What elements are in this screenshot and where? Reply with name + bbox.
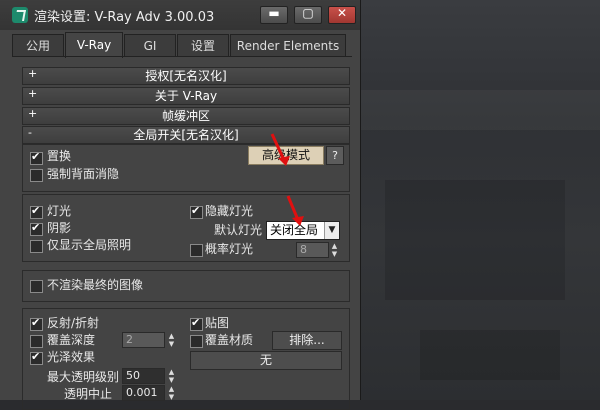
lights-checkbox[interactable]: [30, 204, 43, 219]
spinner-arrows-icon[interactable]: ▲ ▼: [167, 332, 176, 348]
override-depth-label: 覆盖深度: [47, 333, 96, 347]
tab-common[interactable]: 公用: [12, 34, 64, 57]
default-lights-label: 默认灯光: [214, 223, 263, 237]
spinner-arrows-icon[interactable]: ▲ ▼: [330, 242, 339, 258]
maps-checkbox[interactable]: [190, 316, 203, 331]
minimize-icon: ▬: [268, 6, 280, 20]
app-icon: [12, 7, 28, 23]
transparency-cutoff-spinner[interactable]: 0.001 ▲ ▼: [122, 385, 178, 401]
probabilistic-lights-value[interactable]: 8: [296, 242, 329, 258]
override-depth-value[interactable]: 2: [122, 332, 165, 348]
rollout-authorization[interactable]: + 授权[无名汉化]: [22, 67, 350, 85]
override-material-checkbox[interactable]: [190, 335, 203, 348]
rollout-about[interactable]: + 关于 V-Ray: [22, 87, 350, 105]
spinner-arrows-icon[interactable]: ▲ ▼: [167, 385, 176, 401]
rollout-label: 授权[无名汉化]: [145, 69, 227, 83]
maps-label: 贴图: [205, 316, 230, 330]
tab-vray[interactable]: V-Ray: [65, 32, 123, 58]
background-block: [385, 180, 565, 300]
displacement-label: 置换: [47, 149, 72, 163]
glossy-effects-checkbox[interactable]: [30, 350, 43, 365]
force-backface-checkbox[interactable]: [30, 169, 43, 182]
rollout-label: 帧缓冲区: [161, 109, 210, 123]
probabilistic-lights-label: 概率灯光: [205, 242, 254, 256]
help-button[interactable]: ?: [326, 146, 344, 165]
rollout-label: 全局开关[无名汉化]: [133, 128, 239, 142]
tab-divider: [12, 56, 352, 57]
transparency-cutoff-value[interactable]: 0.001: [122, 385, 165, 401]
max-transparency-levels-label: 最大透明级别: [47, 370, 120, 384]
tab-settings[interactable]: 设置: [177, 34, 229, 57]
max-transparency-levels-spinner[interactable]: 50 ▲ ▼: [122, 368, 178, 384]
reflection-refraction-checkbox[interactable]: [30, 316, 43, 331]
displacement-checkbox[interactable]: [30, 150, 43, 165]
background-block: [420, 330, 560, 380]
maximize-icon: ▢: [302, 6, 314, 20]
dont-render-final-checkbox[interactable]: [30, 280, 43, 293]
render-settings-window: 渲染设置: V-Ray Adv 3.00.03 ▬ ▢ ✕ 公用 V-Ray G…: [0, 0, 361, 410]
minimize-button[interactable]: ▬: [260, 6, 288, 24]
rollout-frame-buffer[interactable]: + 帧缓冲区: [22, 107, 350, 125]
background-viewport: [360, 0, 600, 400]
lights-label: 灯光: [47, 204, 72, 218]
probabilistic-lights-spinner[interactable]: 8 ▲ ▼: [296, 242, 340, 258]
annotation-arrow-icon: [270, 133, 290, 166]
window-title: 渲染设置: V-Ray Adv 3.00.03: [34, 10, 215, 25]
show-gi-only-checkbox[interactable]: [30, 240, 43, 253]
override-material-label: 覆盖材质: [205, 333, 254, 347]
glossy-effects-label: 光泽效果: [47, 350, 96, 364]
override-depth-checkbox[interactable]: [30, 335, 43, 348]
probabilistic-lights-checkbox[interactable]: [190, 244, 203, 257]
title-bar[interactable]: 渲染设置: V-Ray Adv 3.00.03 ▬ ▢ ✕: [0, 0, 360, 30]
tab-render-elements[interactable]: Render Elements: [230, 34, 346, 57]
close-icon: ✕: [336, 6, 348, 20]
chevron-down-icon: ▼: [324, 222, 339, 239]
force-backface-label: 强制背面消隐: [47, 167, 120, 181]
reflection-refraction-label: 反射/折射: [47, 316, 100, 330]
show-gi-only-label: 仅显示全局照明: [47, 238, 132, 252]
hidden-lights-label: 隐藏灯光: [205, 204, 254, 218]
shadows-label: 阴影: [47, 221, 72, 235]
transparency-cutoff-label: 透明中止: [64, 387, 113, 401]
dont-render-final-label: 不渲染最终的图像: [47, 278, 144, 292]
spinner-arrows-icon[interactable]: ▲ ▼: [167, 368, 176, 384]
background-band: [360, 90, 600, 130]
max-transparency-levels-value[interactable]: 50: [122, 368, 165, 384]
close-button[interactable]: ✕: [328, 6, 356, 24]
override-depth-spinner[interactable]: 2 ▲ ▼: [122, 332, 178, 348]
exclude-button[interactable]: 排除...: [272, 331, 342, 350]
override-material-slot-button[interactable]: 无: [190, 351, 342, 370]
tab-gi[interactable]: GI: [124, 34, 176, 57]
vray-panel: + 授权[无名汉化] + 关于 V-Ray + 帧缓冲区 - 全局开关[无名汉化…: [14, 58, 354, 410]
annotation-arrow-icon: [286, 195, 304, 226]
hidden-lights-checkbox[interactable]: [190, 204, 203, 219]
rollout-global-switches[interactable]: - 全局开关[无名汉化]: [22, 126, 350, 144]
shadows-checkbox[interactable]: [30, 221, 43, 236]
rollout-label: 关于 V-Ray: [154, 89, 218, 103]
maximize-button[interactable]: ▢: [294, 6, 322, 24]
